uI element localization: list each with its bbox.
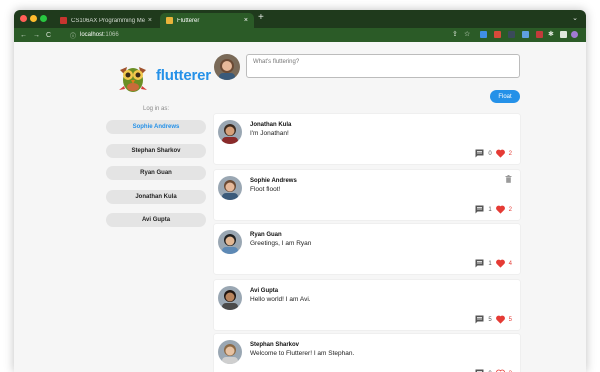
flutterer-page: flutterer Log in as: Sophie Andrews Step… <box>14 42 586 372</box>
comment-icon[interactable] <box>475 315 484 324</box>
url-host: localhost <box>80 32 104 38</box>
float-composer-input[interactable]: What's fluttering? <box>246 54 520 78</box>
browser-toolbar: ← → C ⓘ localhost:1066 ⇪ ☆ ✱ <box>14 28 586 42</box>
close-window-button[interactable] <box>20 15 27 22</box>
login-user-button[interactable]: Sophie Andrews <box>106 120 206 134</box>
current-user-avatar <box>214 54 240 80</box>
post-stats: 5 5 <box>475 315 512 324</box>
post-author: Jonathan Kula <box>250 122 292 128</box>
comment-count: 0 <box>488 150 492 157</box>
flutterer-favicon-icon <box>166 17 173 24</box>
post-card: Ryan Guan Greetings, I am Ryan 1 4 <box>214 224 520 274</box>
stanford-favicon-icon <box>60 17 67 24</box>
avatar-photo-icon <box>218 286 242 310</box>
tab-strip: CS106AX Programming Meth... × Flutterer … <box>14 10 586 28</box>
trash-icon[interactable] <box>505 175 512 183</box>
post-stats: 1 2 <box>475 205 512 214</box>
post-author-avatar <box>218 230 242 254</box>
maximize-window-button[interactable] <box>40 15 47 22</box>
tab-flutterer[interactable]: Flutterer × <box>160 13 254 28</box>
close-tab-icon[interactable]: × <box>244 17 248 24</box>
post-author-avatar <box>218 176 242 200</box>
post-author: Sophie Andrews <box>250 178 297 184</box>
post-text: I'm Jonathan! <box>250 130 289 137</box>
bookmark-star-icon[interactable]: ☆ <box>464 30 471 38</box>
like-count: 2 <box>508 206 512 213</box>
login-user-button[interactable]: Jonathan Kula <box>106 190 206 204</box>
share-icon[interactable]: ⇪ <box>452 30 459 38</box>
comment-count: 1 <box>488 260 492 267</box>
back-button[interactable]: ← <box>20 32 27 39</box>
post-text: Floot floot! <box>250 186 281 193</box>
url-port: :1066 <box>103 32 119 38</box>
post-author: Avi Gupta <box>250 288 279 294</box>
tab-cs106ax[interactable]: CS106AX Programming Meth... × <box>54 13 158 28</box>
login-label: Log in as: <box>142 106 170 112</box>
avatar-photo-icon <box>218 340 242 364</box>
login-user-button[interactable]: Ryan Guan <box>106 166 206 180</box>
post-card: Avi Gupta Hello world! I am Avi. 5 5 <box>214 280 520 330</box>
forward-button[interactable]: → <box>33 32 40 39</box>
new-tab-button[interactable]: + <box>258 12 264 23</box>
post-text: Welcome to Flutterer! I am Stephan. <box>250 350 355 357</box>
comment-icon[interactable] <box>475 259 484 268</box>
post-author: Ryan Guan <box>250 232 282 238</box>
extensions-puzzle-icon[interactable]: ✱ <box>548 30 555 38</box>
avatar-photo-icon <box>214 54 240 80</box>
heart-filled-icon[interactable] <box>495 259 505 268</box>
tab-title: CS106AX Programming Meth... <box>71 17 145 24</box>
post-text: Hello world! I am Avi. <box>250 296 311 303</box>
minimize-window-button[interactable] <box>30 15 37 22</box>
post-author-avatar <box>218 340 242 364</box>
like-count: 2 <box>508 150 512 157</box>
reload-button[interactable]: C <box>46 32 51 39</box>
extension-icon[interactable] <box>522 31 529 38</box>
profile-avatar-icon[interactable] <box>571 31 578 38</box>
post-card: Stephan Sharkov Welcome to Flutterer! I … <box>214 334 520 372</box>
post-author-avatar <box>218 120 242 144</box>
heart-filled-icon[interactable] <box>495 205 505 214</box>
avatar-photo-icon <box>218 120 242 144</box>
browser-window: CS106AX Programming Meth... × Flutterer … <box>14 10 586 372</box>
like-count: 5 <box>508 316 512 323</box>
close-tab-icon[interactable]: × <box>148 17 152 24</box>
like-count: 4 <box>508 260 512 267</box>
avatar-photo-icon <box>218 230 242 254</box>
comment-count: 5 <box>488 316 492 323</box>
owl-logo-icon <box>119 67 147 92</box>
comment-count: 1 <box>488 206 492 213</box>
brand-title: flutterer <box>156 67 211 84</box>
address-bar[interactable]: ⓘ localhost:1066 <box>70 29 450 41</box>
comment-icon[interactable] <box>475 205 484 214</box>
float-button[interactable]: Float <box>490 90 520 103</box>
extension-icon[interactable] <box>508 31 515 38</box>
heart-filled-icon[interactable] <box>495 149 505 158</box>
avatar-photo-icon <box>218 176 242 200</box>
sidebar-toggle-icon[interactable] <box>560 31 567 38</box>
extension-icon[interactable] <box>480 31 487 38</box>
comment-icon[interactable] <box>475 149 484 158</box>
post-stats: 1 4 <box>475 259 512 268</box>
post-stats: 0 2 <box>475 149 512 158</box>
tab-search-chevron-icon[interactable]: ⌄ <box>572 14 578 22</box>
extension-icon[interactable] <box>536 31 543 38</box>
login-user-button[interactable]: Stephan Sharkov <box>106 144 206 158</box>
extension-icon[interactable] <box>494 31 501 38</box>
post-author: Stephan Sharkov <box>250 342 300 348</box>
post-card: Sophie Andrews Floot floot! 1 2 <box>214 170 520 220</box>
post-author-avatar <box>218 286 242 310</box>
tab-title: Flutterer <box>177 17 200 24</box>
post-card: Jonathan Kula I'm Jonathan! 0 2 <box>214 114 520 164</box>
heart-filled-icon[interactable] <box>495 315 505 324</box>
post-text: Greetings, I am Ryan <box>250 240 312 247</box>
site-info-icon[interactable]: ⓘ <box>70 31 76 40</box>
login-user-button[interactable]: Avi Gupta <box>106 213 206 227</box>
